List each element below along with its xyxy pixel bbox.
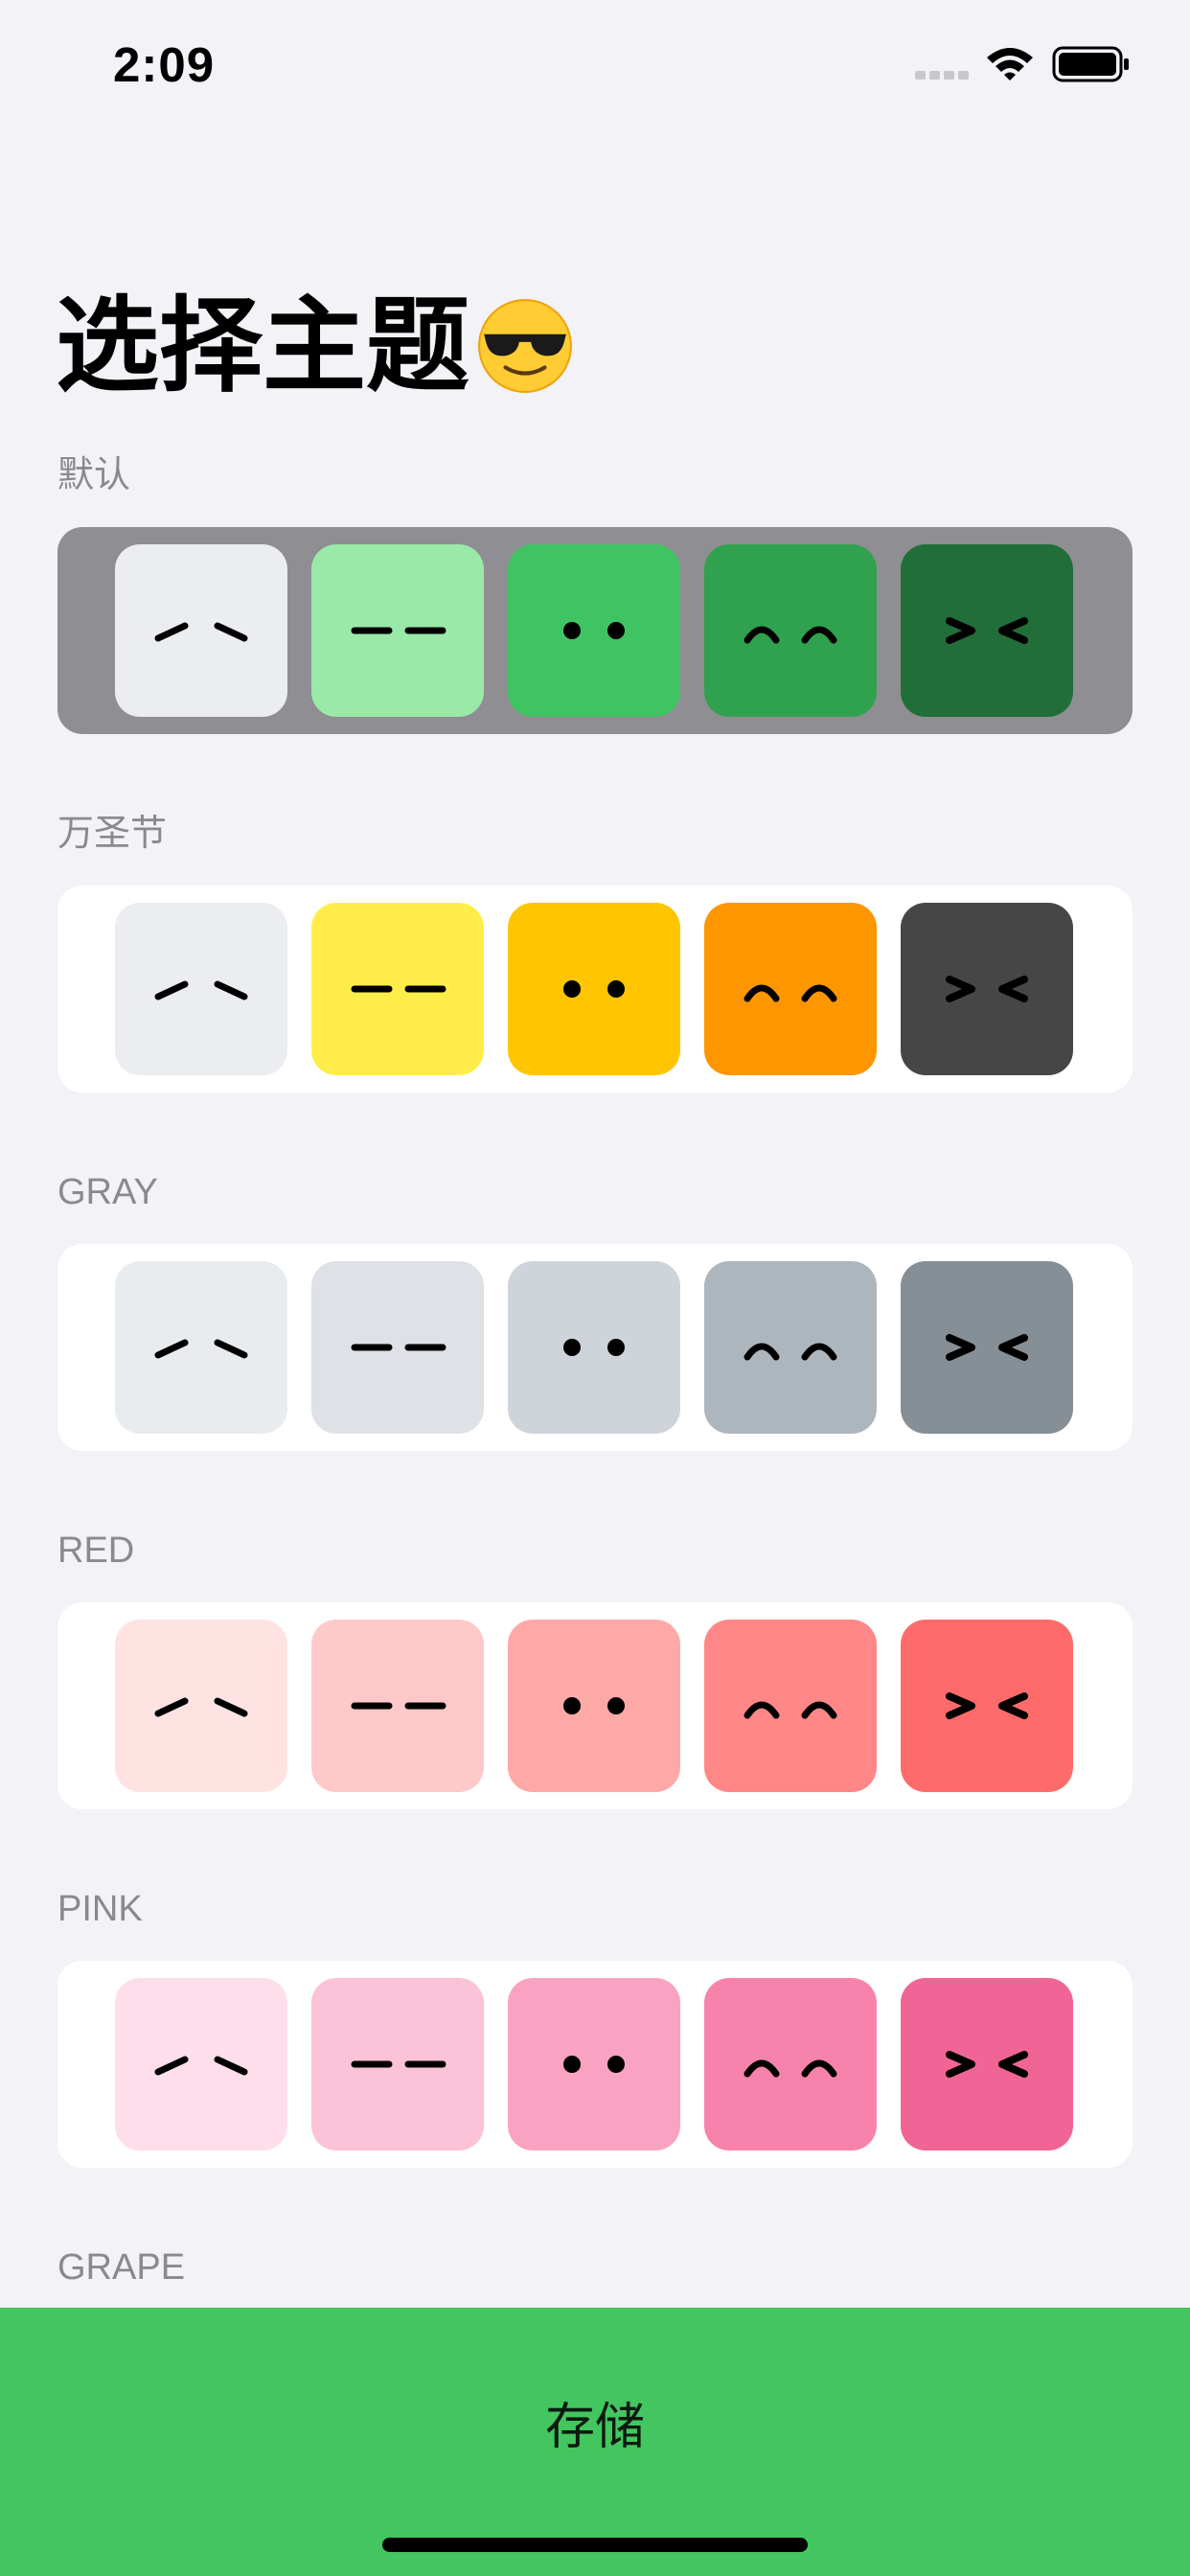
save-button-label: 存储 xyxy=(544,2400,645,2455)
swatch-level-3 xyxy=(704,544,877,717)
swatch-level-3 xyxy=(704,903,877,1075)
theme-card-gray[interactable] xyxy=(57,1244,1133,1451)
theme-label-default: 默认 xyxy=(57,455,131,495)
dot-eyes-icon xyxy=(563,1697,625,1714)
happy-arc-eyes-icon xyxy=(744,1343,837,1361)
swatch-level-1 xyxy=(311,1261,484,1434)
theme-card-red[interactable] xyxy=(57,1602,1133,1809)
flat-eyes-icon xyxy=(351,1344,446,1351)
status-time: 2:09 xyxy=(113,37,216,92)
swatch-level-0 xyxy=(115,1261,287,1434)
flat-eyes-icon xyxy=(351,627,446,634)
tilted-eyes-icon xyxy=(154,1697,248,1717)
swatch-level-2 xyxy=(508,1978,680,2150)
swatch-level-0 xyxy=(115,903,287,1075)
save-button[interactable]: 存储 xyxy=(0,2308,1190,2576)
flat-eyes-icon xyxy=(351,1702,446,1710)
theme-label-gray: GRAY xyxy=(57,1172,158,1212)
swatch-level-0 xyxy=(115,544,287,717)
sunglasses-emoji-icon xyxy=(478,299,572,393)
squint-eyes-icon xyxy=(946,2051,1028,2078)
swatch-level-2 xyxy=(508,1261,680,1434)
swatch-level-1 xyxy=(311,1978,484,2150)
swatch-level-3 xyxy=(704,1261,877,1434)
swatch-level-3 xyxy=(704,1978,877,2150)
page-title: 选择主题 xyxy=(56,288,470,403)
swatch-level-0 xyxy=(115,1978,287,2150)
swatch-level-4 xyxy=(901,903,1073,1075)
battery-icon xyxy=(1052,46,1129,82)
happy-arc-eyes-icon xyxy=(744,1701,837,1719)
swatch-level-1 xyxy=(311,1620,484,1792)
theme-label-halloween: 万圣节 xyxy=(57,814,168,854)
swatch-level-2 xyxy=(508,1620,680,1792)
tilted-eyes-icon xyxy=(154,2056,248,2076)
theme-label-grape: GRAPE xyxy=(57,2247,186,2288)
theme-label-pink: PINK xyxy=(57,1889,143,1929)
swatch-level-0 xyxy=(115,1620,287,1792)
status-bar: 2:09 xyxy=(0,0,1190,126)
swatch-level-3 xyxy=(704,1620,877,1792)
flat-eyes-icon xyxy=(351,2060,446,2068)
tilted-eyes-icon xyxy=(154,980,248,1000)
theme-card-default[interactable] xyxy=(57,527,1133,734)
wifi-icon xyxy=(987,48,1033,80)
swatch-level-2 xyxy=(508,544,680,717)
happy-arc-eyes-icon xyxy=(744,2059,837,2078)
squint-eyes-icon xyxy=(946,1692,1028,1719)
swatch-level-4 xyxy=(901,1978,1073,2150)
swatch-level-4 xyxy=(901,1261,1073,1434)
happy-arc-eyes-icon xyxy=(744,626,837,644)
squint-eyes-icon xyxy=(946,976,1028,1002)
tilted-eyes-icon xyxy=(154,1339,248,1359)
dot-eyes-icon xyxy=(563,622,625,639)
flat-eyes-icon xyxy=(351,985,446,993)
swatch-level-4 xyxy=(901,544,1073,717)
home-indicator xyxy=(382,2538,808,2552)
swatch-level-4 xyxy=(901,1620,1073,1792)
tilted-eyes-icon xyxy=(154,622,248,642)
theme-card-halloween[interactable] xyxy=(57,886,1133,1092)
happy-arc-eyes-icon xyxy=(744,984,837,1002)
swatch-level-2 xyxy=(508,903,680,1075)
squint-eyes-icon xyxy=(946,1334,1028,1361)
dot-eyes-icon xyxy=(563,980,625,998)
theme-label-red: RED xyxy=(57,1530,135,1571)
dot-eyes-icon xyxy=(563,2056,625,2073)
swatch-level-1 xyxy=(311,544,484,717)
squint-eyes-icon xyxy=(946,617,1028,644)
swatch-level-1 xyxy=(311,903,484,1075)
dot-eyes-icon xyxy=(563,1339,625,1356)
cellular-signal-icon xyxy=(915,71,969,80)
theme-card-pink[interactable] xyxy=(57,1961,1133,2168)
